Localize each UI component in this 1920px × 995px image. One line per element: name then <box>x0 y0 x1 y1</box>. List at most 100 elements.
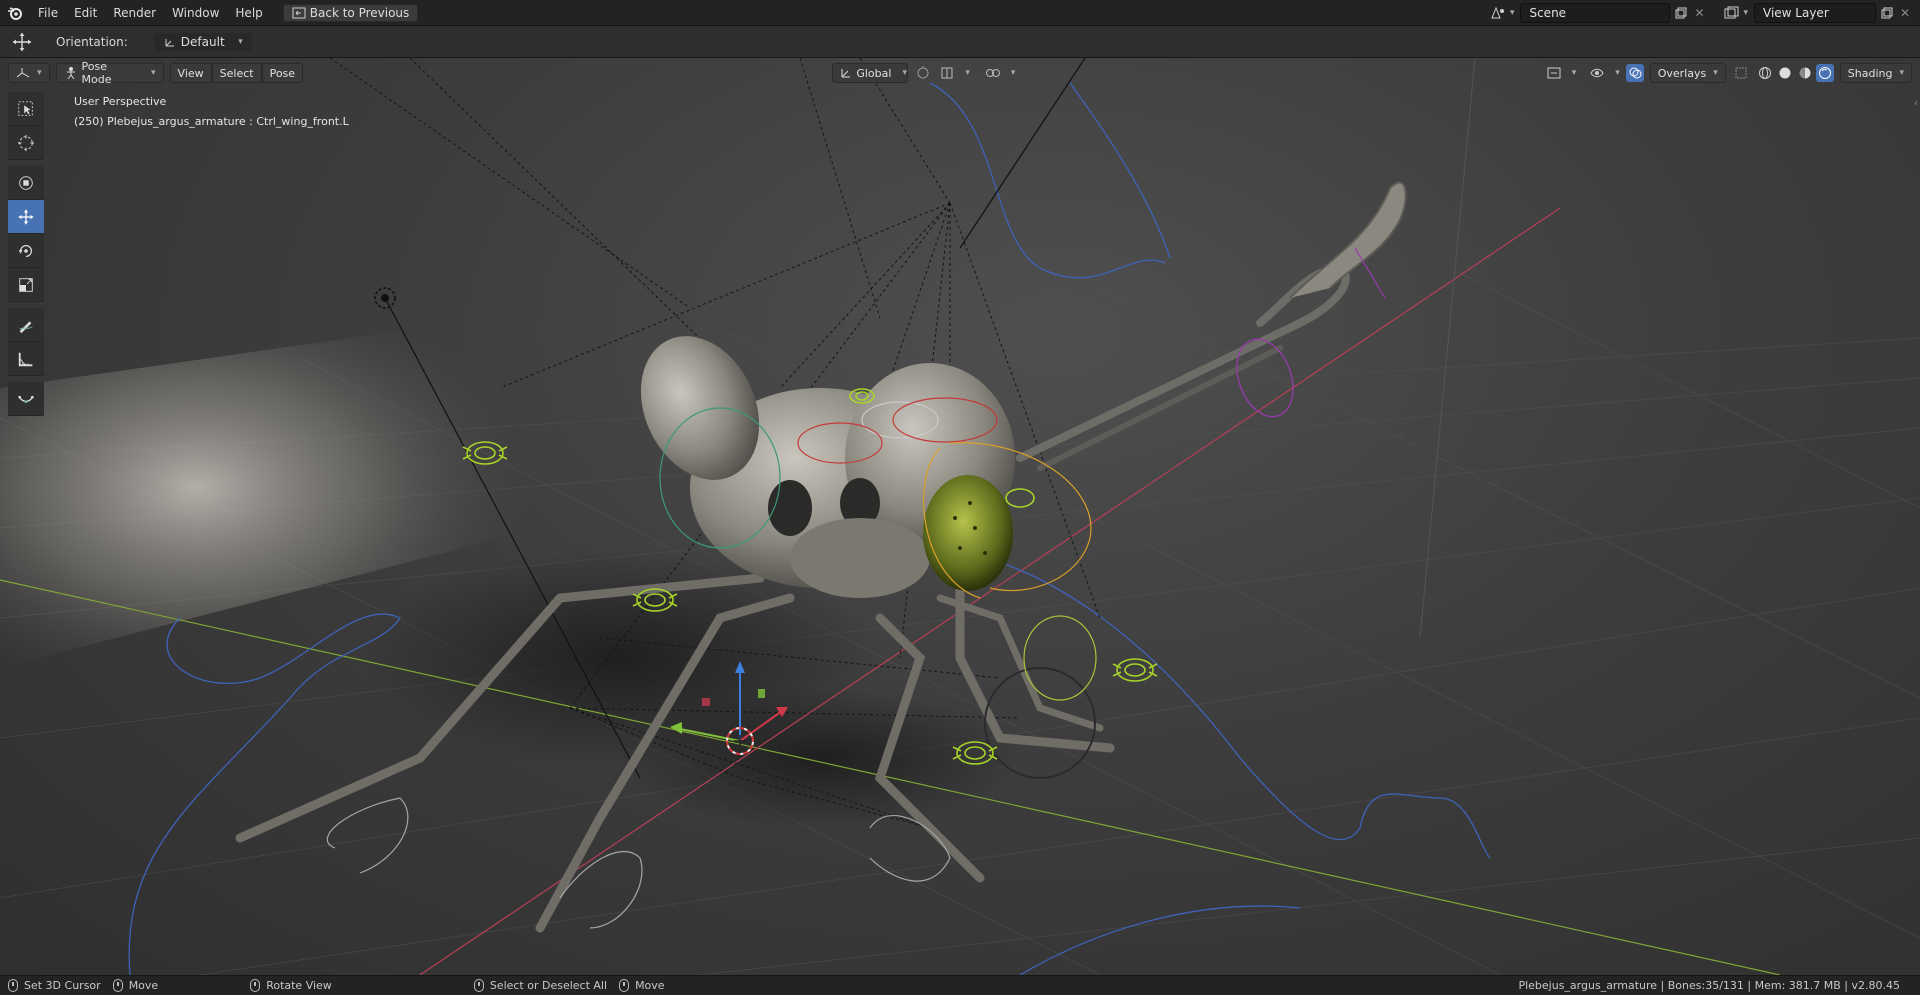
status-bar: Set 3D Cursor Move Rotate View Select or… <box>0 975 1920 995</box>
global-orientation-icon <box>840 67 852 79</box>
tool-pose-relax[interactable] <box>8 382 44 416</box>
rotate-icon <box>17 242 35 260</box>
transform-orientation-dropdown[interactable]: Global ▾ <box>832 63 909 83</box>
overlays-dropdown[interactable]: Overlays ▾ <box>1649 63 1726 83</box>
scene-statistics: Plebejus_argus_armature | Bones:35/131 |… <box>1518 979 1900 992</box>
viewport-info: User Perspective (250) Plebejus_argus_ar… <box>74 92 349 132</box>
relax-pose-icon <box>17 390 35 408</box>
menu-edit[interactable]: Edit <box>66 3 105 23</box>
select-box-icon <box>17 100 35 118</box>
transform-icon <box>17 174 35 192</box>
object-type-visibility-icon[interactable] <box>1545 64 1563 82</box>
status-hint-label: Rotate View <box>266 979 332 992</box>
snap-icon[interactable] <box>938 64 956 82</box>
tool-scale[interactable] <box>8 268 44 302</box>
scene-dropdown-icon[interactable]: ▾ <box>1510 8 1515 18</box>
status-hint-select: Select or Deselect All <box>473 979 608 992</box>
chevron-down-icon: ▾ <box>902 68 907 78</box>
shading-dropdown[interactable]: Shading ▾ <box>1839 63 1912 83</box>
orientation-dropdown[interactable]: Default ▾ <box>153 32 252 51</box>
chevron-down-icon: ▾ <box>37 68 42 78</box>
cursor-icon <box>17 134 35 152</box>
status-hint-label: Move <box>128 979 159 992</box>
delete-scene-icon[interactable]: ✕ <box>1690 4 1708 22</box>
editor-type-button[interactable]: ▾ <box>8 63 50 83</box>
menu-window[interactable]: Window <box>164 3 227 23</box>
shading-label: Shading <box>1847 66 1893 80</box>
menu-select[interactable]: Select <box>211 63 262 83</box>
annotate-icon <box>17 316 35 334</box>
mode-dropdown[interactable]: Pose Mode ▾ <box>55 60 164 86</box>
mouse-left-icon <box>8 979 18 992</box>
status-hint-move-2: Move <box>619 979 665 992</box>
pivot-point-icon[interactable] <box>914 64 932 82</box>
delete-view-layer-icon[interactable]: ✕ <box>1896 4 1914 22</box>
screen-back-icon <box>292 6 306 20</box>
solid-shading-icon[interactable] <box>1776 64 1794 82</box>
proportional-editing-icon[interactable] <box>984 64 1002 82</box>
3d-view-icon <box>16 66 30 80</box>
blender-logo-icon[interactable] <box>6 4 24 22</box>
view-layer-icon[interactable] <box>1722 4 1740 22</box>
tool-annotate[interactable] <box>8 308 44 342</box>
mouse-drag-icon <box>112 979 123 992</box>
orientation-label: Orientation: <box>56 34 128 49</box>
material-preview-icon[interactable] <box>1796 64 1814 82</box>
chevron-down-icon: ▾ <box>151 68 156 78</box>
viewport-scene <box>0 58 1920 975</box>
menu-render[interactable]: Render <box>105 3 164 23</box>
sidebar-toggle-icon[interactable]: ‹ <box>1914 98 1918 109</box>
scene-icon[interactable] <box>1489 4 1507 22</box>
back-to-previous-label: Back to Previous <box>309 5 410 20</box>
menu-view[interactable]: View <box>169 63 212 83</box>
visibility-dropdown-icon[interactable]: ▾ <box>1572 68 1577 78</box>
tool-measure[interactable] <box>8 342 44 376</box>
view-layer-dropdown-icon[interactable]: ▾ <box>1743 8 1748 18</box>
new-view-layer-icon[interactable] <box>1878 4 1896 22</box>
overlays-toggle-icon[interactable] <box>1625 64 1644 82</box>
viewport-header: ▾ Pose Mode ▾ View Select Pose Global ▾ <box>8 60 1912 86</box>
perspective-label: User Perspective <box>74 95 167 108</box>
rendered-shading-icon[interactable] <box>1815 64 1834 82</box>
chevron-down-icon: ▾ <box>1713 68 1718 78</box>
3d-viewport[interactable]: ▾ Pose Mode ▾ View Select Pose Global ▾ <box>0 58 1920 975</box>
tool-select-box[interactable] <box>8 92 44 126</box>
measure-icon <box>17 350 35 368</box>
tool-rotate[interactable] <box>8 234 44 268</box>
xray-toggle-icon[interactable] <box>1732 64 1750 82</box>
move-icon <box>17 208 35 226</box>
wireframe-shading-icon[interactable] <box>1756 64 1774 82</box>
active-object-info: (250) Plebejus_argus_armature : Ctrl_win… <box>74 115 349 128</box>
move-tool-icon <box>10 32 34 51</box>
status-hint-label: Move <box>635 979 665 992</box>
status-hint-cursor: Set 3D Cursor <box>8 979 101 992</box>
scene-field[interactable]: Scene <box>1520 2 1671 23</box>
mouse-middle-icon <box>250 979 261 992</box>
status-hint-label: Select or Deselect All <box>489 979 608 992</box>
tool-transform[interactable] <box>8 166 44 200</box>
tool-shelf <box>8 92 44 416</box>
menu-help[interactable]: Help <box>227 3 270 23</box>
menu-pose[interactable]: Pose <box>261 63 304 83</box>
gizmo-dropdown-icon[interactable]: ▾ <box>1615 68 1620 78</box>
view-layer-name: View Layer <box>1763 5 1829 20</box>
back-to-previous-button[interactable]: Back to Previous <box>282 3 419 22</box>
orientation-value: Default <box>180 34 225 49</box>
orientation-default-icon <box>163 33 177 51</box>
mouse-right-drag-icon <box>619 979 630 992</box>
pose-mode-icon <box>64 66 78 80</box>
view-layer-field[interactable]: View Layer <box>1754 2 1876 23</box>
chevron-down-icon: ▾ <box>238 36 243 47</box>
status-hint-rotate: Rotate View <box>250 979 332 992</box>
status-hint-move: Move <box>112 979 159 992</box>
overlays-label: Overlays <box>1657 66 1707 80</box>
new-scene-icon[interactable] <box>1672 4 1690 22</box>
menu-file[interactable]: File <box>30 3 66 23</box>
mouse-right-icon <box>473 979 484 992</box>
gizmo-visibility-icon[interactable] <box>1588 64 1606 82</box>
snap-dropdown-icon[interactable]: ▾ <box>965 68 970 78</box>
tool-move[interactable] <box>8 200 44 234</box>
tool-cursor[interactable] <box>8 126 44 160</box>
tool-settings-header: Orientation: Default ▾ <box>0 26 1920 58</box>
proportional-dropdown-icon[interactable]: ▾ <box>1011 68 1016 78</box>
